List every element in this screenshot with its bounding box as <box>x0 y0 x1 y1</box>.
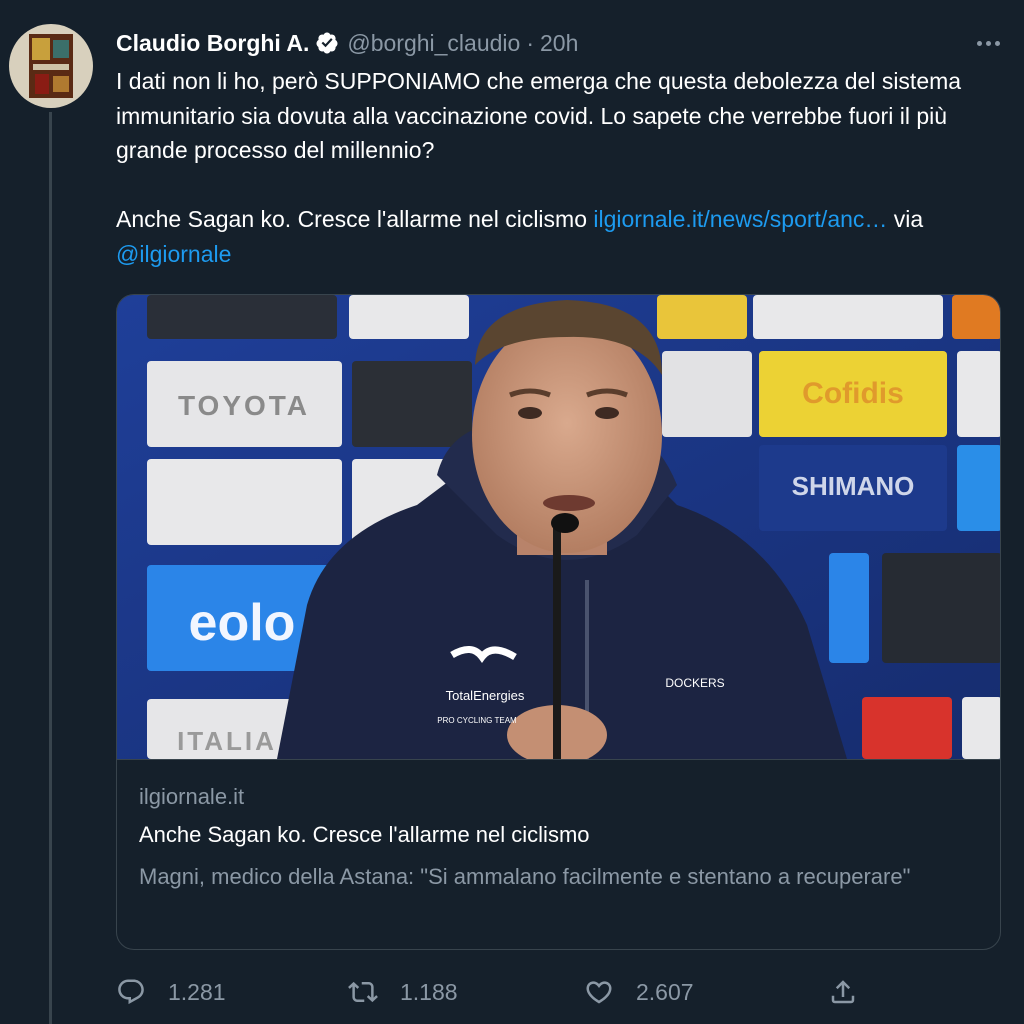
separator-dot: · <box>526 29 534 56</box>
card-image: TOYOTA Cofidis SHIMANO eolo ITALIA Total… <box>117 295 1000 759</box>
reply-button[interactable]: 1.281 <box>116 972 226 1012</box>
action-bar: 1.281 1.188 2.607 <box>116 972 1001 1012</box>
tweet-body: I dati non li ho, però SUPPONIAMO che em… <box>116 64 1001 271</box>
like-count: 2.607 <box>636 978 694 1005</box>
card-title: Anche Sagan ko. Cresce l'allarme nel cic… <box>139 822 590 847</box>
sponsor-shimano: SHIMANO <box>792 471 915 501</box>
sponsor-eolo: eolo <box>189 594 296 652</box>
jersey-team: PRO CYCLING TEAM <box>437 716 517 725</box>
tweet-paragraph-1: I dati non li ho, però SUPPONIAMO che em… <box>116 68 962 163</box>
like-button[interactable]: 2.607 <box>584 972 694 1012</box>
avatar-painting <box>29 34 73 98</box>
tweet-time[interactable]: 20h <box>540 30 578 57</box>
card-description: Magni, medico della Astana: "Si ammalano… <box>139 864 911 889</box>
retweet-button[interactable]: 1.188 <box>348 972 458 1012</box>
sponsor-italia: ITALIA <box>177 726 277 756</box>
retweet-icon <box>348 981 378 1003</box>
share-icon <box>831 980 855 1004</box>
card-domain: ilgiornale.it <box>139 784 245 809</box>
press-conference-photo: TOYOTA Cofidis SHIMANO eolo ITALIA Total… <box>117 295 1000 759</box>
more-icon[interactable] <box>968 28 1008 58</box>
mention-link[interactable]: @ilgiornale <box>116 241 231 267</box>
tweet-header: Claudio Borghi A. @borghi_claudio · 20h <box>116 27 578 59</box>
reply-count: 1.281 <box>168 978 226 1005</box>
retweet-count: 1.188 <box>400 978 458 1005</box>
tweet-paragraph-2: Anche Sagan ko. Cresce l'allarme nel cic… <box>116 202 1001 271</box>
verified-badge-icon <box>316 32 338 54</box>
via-text: via <box>887 206 924 232</box>
reply-icon <box>118 979 144 1005</box>
card-meta: ilgiornale.it Anche Sagan ko. Cresce l'a… <box>117 759 1000 949</box>
jersey-dockers: DOCKERS <box>665 676 724 690</box>
sponsor-cofidis: Cofidis <box>802 377 904 410</box>
article-link[interactable]: ilgiornale.it/news/sport/anc… <box>593 206 887 232</box>
link-card[interactable]: TOYOTA Cofidis SHIMANO eolo ITALIA Total… <box>116 294 1001 950</box>
sponsor-toyota: TOYOTA <box>178 390 310 421</box>
share-button[interactable] <box>828 972 880 1012</box>
like-icon <box>586 981 612 1004</box>
avatar[interactable] <box>9 24 93 108</box>
author-handle[interactable]: @borghi_claudio <box>347 30 520 57</box>
tweet-paragraph-2-text: Anche Sagan ko. Cresce l'allarme nel cic… <box>116 206 594 232</box>
jersey-logo: TotalEnergies <box>446 688 525 703</box>
thread-line <box>49 112 52 1024</box>
author-name[interactable]: Claudio Borghi A. <box>116 30 309 57</box>
